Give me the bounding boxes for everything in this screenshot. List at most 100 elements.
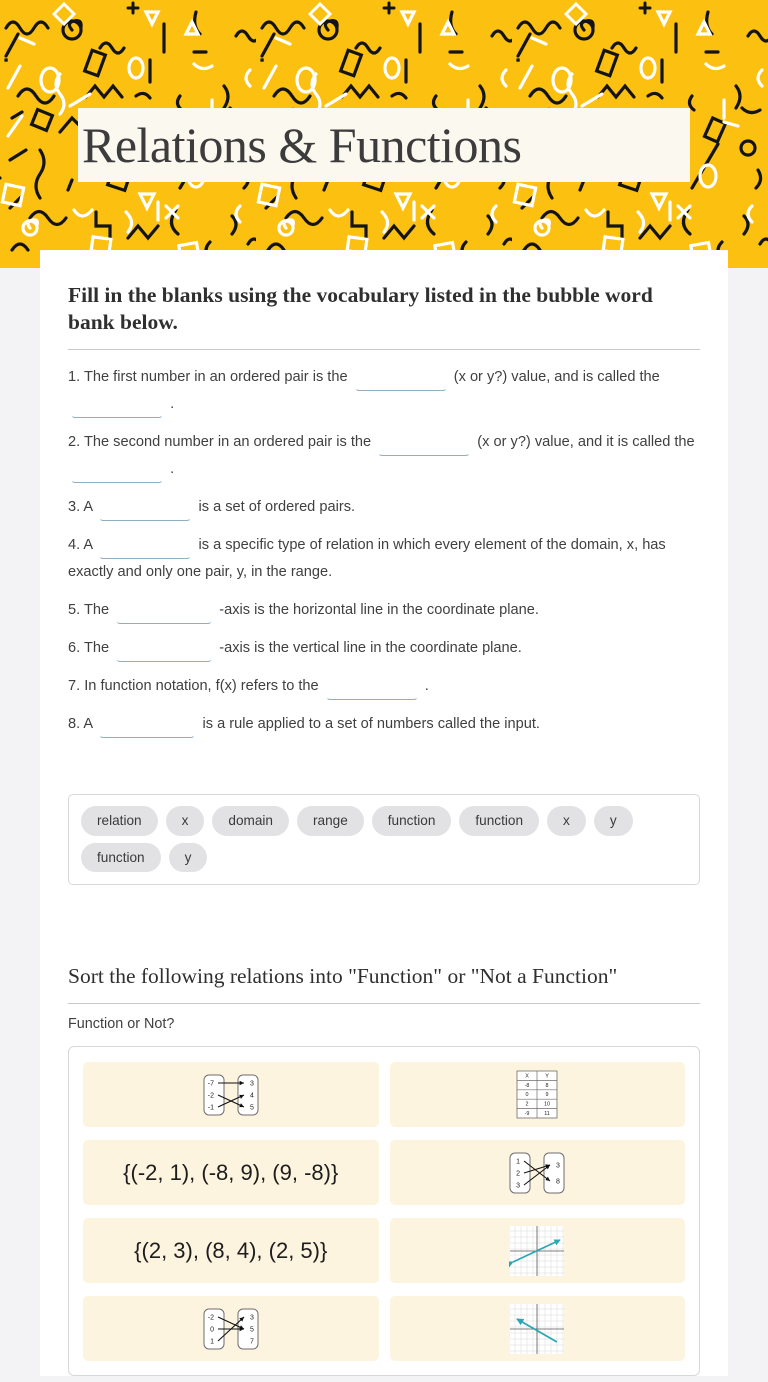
question-2-blank-1[interactable] [378,435,471,457]
svg-text:4: 4 [250,1092,254,1099]
question-7: 7. In function notation, f(x) refers to … [68,673,700,701]
question-4-blank-1[interactable] [99,538,192,560]
word-bank-bubble[interactable]: function [81,842,161,873]
question-8-part-2: is a rule applied to a set of numbers ca… [202,716,540,733]
fill-in-blanks-list: 1. The first number in an ordered pair i… [68,350,700,739]
question-1-part-3: . [170,396,175,413]
question-1-blank-2[interactable] [71,397,163,419]
svg-text:0: 0 [526,1093,529,1099]
svg-text:8: 8 [546,1083,549,1089]
question-4: 4. A is a specific type of relation in w… [68,532,700,586]
word-bank-bubble[interactable]: range [296,806,364,836]
question-8-number: 8. [68,716,81,733]
word-bank: relation x domain range function function x y fu… [68,794,700,886]
svg-text:8: 8 [556,1178,560,1185]
svg-text:3: 3 [250,1080,254,1087]
question-7-blank-1[interactable] [325,679,418,701]
svg-text:X: X [525,1074,529,1080]
question-8: 8. A is a rule applied to a set of numbe… [68,711,700,739]
word-bank-bubble[interactable]: x [547,806,586,836]
svg-text:3: 3 [516,1182,520,1189]
svg-text:-9: -9 [525,1111,530,1117]
page-banner: Relations & Functions [0,0,768,268]
question-3: 3. A is a set of ordered pairs. [68,494,700,522]
section2: Sort the following relations into "Funct… [68,943,700,1377]
question-6-part-2: -axis is the vertical line in the coordi… [219,640,522,657]
word-bank-bubble[interactable]: domain [212,806,289,836]
section2-heading: Sort the following relations into "Funct… [68,964,618,989]
question-5-part-1: The [83,602,110,619]
sort-card[interactable]: X Y -8 8 0 9 2 10 -9 11 [389,1062,685,1128]
svg-text:-1: -1 [208,1104,214,1111]
question-5-part-2: -axis is the horizontal line in the coor… [219,602,539,619]
word-bank-bubble[interactable]: function [371,806,452,836]
question-8-part-1: A [83,716,93,733]
sort-card-grid: -7 -2 -1 3 4 5 X Y -8 8 0 9 2 10 -9 11 {(-2, 1), (-8, 9)… [83,1062,685,1362]
question-2-number: 2. [68,434,81,451]
question-2: 2. The second number in an ordered pair … [68,429,700,484]
svg-text:1: 1 [210,1338,214,1345]
question-1-part-2: (x or y?) value, and is called the [453,369,660,386]
question-6-part-1: The [83,640,110,657]
svg-text:2: 2 [526,1102,529,1108]
question-6-blank-1[interactable] [116,641,213,663]
question-3-part-2: is a set of ordered pairs. [198,499,356,516]
word-bank-bubble[interactable]: y [593,806,633,836]
ordered-pairs-2: {(2, 3), (8, 4), (2, 5)} [134,1237,328,1263]
question-1-number: 1. [68,369,81,386]
line-graph-negative-slope [509,1303,565,1355]
word-bank-bubble[interactable]: relation [81,806,158,836]
word-bank-bubble[interactable]: x [165,806,205,836]
question-1-part-1: The first number in an ordered pair is t… [83,369,348,386]
question-3-number: 3. [68,499,81,516]
sort-card[interactable]: {(2, 3), (8, 4), (2, 5)} [83,1218,379,1284]
svg-text:Y: Y [545,1074,549,1080]
question-8-blank-1[interactable] [99,717,196,739]
sort-cards-container: -7 -2 -1 3 4 5 X Y -8 8 0 9 2 10 -9 11 {(-2, 1), (-8, 9)… [68,1046,700,1377]
sort-card[interactable] [389,1218,685,1284]
sort-card[interactable] [389,1296,685,1362]
sort-card[interactable]: 1 2 3 3 8 [389,1140,685,1206]
title-band: Relations & Functions [78,108,690,182]
question-4-part-1: A [83,537,93,554]
sort-card[interactable]: -7 -2 -1 3 4 5 [83,1062,379,1128]
line-graph-positive-slope [509,1225,565,1277]
word-bank-bubble[interactable]: y [168,842,208,873]
question-7-number: 7. [68,678,81,695]
mapping-diagram-1: -7 -2 -1 3 4 5 [192,1071,270,1119]
question-5: 5. The -axis is the horizontal line in t… [68,597,700,625]
sheet-top-edge [40,250,728,268]
svg-text:5: 5 [250,1104,254,1111]
question-1: 1. The first number in an ordered pair i… [68,364,700,419]
question-7-part-2: . [424,678,429,695]
question-6-number: 6. [68,640,81,657]
question-5-number: 5. [68,602,81,619]
mapping-diagram-3: -2 0 1 3 5 7 [192,1305,270,1353]
svg-text:0: 0 [210,1326,214,1333]
question-2-part-2: (x or y?) value, and it is called the [477,434,695,451]
question-2-part-3: . [170,461,175,478]
svg-text:3: 3 [556,1162,560,1169]
section1-heading: Fill in the blanks using the vocabulary … [68,283,653,335]
svg-text:-2: -2 [208,1314,214,1321]
svg-text:7: 7 [250,1338,254,1345]
question-6: 6. The -axis is the vertical line in the… [68,635,700,663]
section2-sublabel: Function or Not? [68,1016,175,1033]
question-3-part-1: A [83,499,93,516]
svg-text:1: 1 [516,1158,520,1165]
svg-text:9: 9 [546,1093,549,1099]
question-2-blank-2[interactable] [71,462,163,484]
svg-text:3: 3 [250,1314,254,1321]
sort-card[interactable]: -2 0 1 3 5 7 [83,1296,379,1362]
sort-card[interactable]: {(-2, 1), (-8, 9), (9, -8)} [83,1140,379,1206]
ordered-pairs-1: {(-2, 1), (-8, 9), (9, -8)} [123,1159,339,1185]
svg-text:5: 5 [250,1326,254,1333]
mapping-diagram-2: 1 2 3 3 8 [498,1149,576,1197]
question-1-blank-1[interactable] [354,370,447,392]
question-3-blank-1[interactable] [99,500,192,522]
word-bank-bubble[interactable]: function [459,806,540,836]
question-2-part-1: The second number in an ordered pair is … [83,434,372,451]
question-5-blank-1[interactable] [116,603,213,625]
svg-text:11: 11 [544,1111,550,1117]
svg-text:-7: -7 [208,1080,214,1087]
